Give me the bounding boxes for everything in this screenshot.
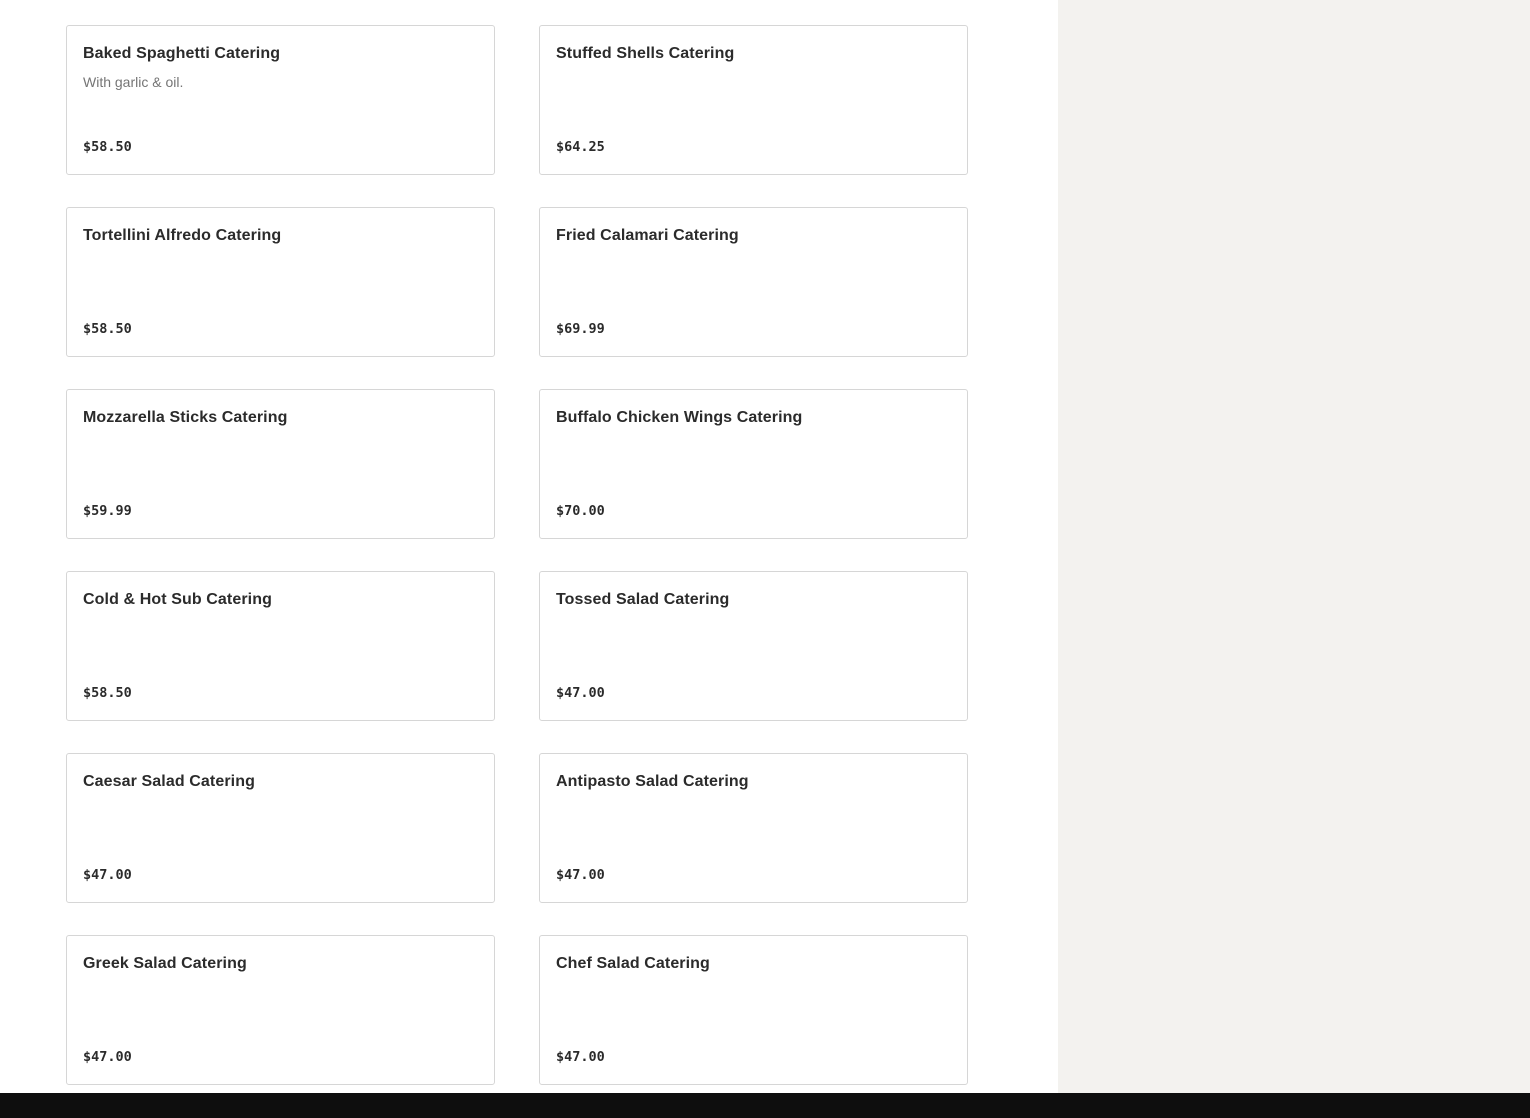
menu-item-price: $64.25 xyxy=(556,139,605,155)
menu-item-card-tossed-salad[interactable]: Tossed Salad Catering $47.00 xyxy=(539,571,968,721)
menu-item-price: $58.50 xyxy=(83,685,132,701)
menu-item-card-greek-salad[interactable]: Greek Salad Catering $47.00 xyxy=(66,935,495,1085)
menu-item-card-cold-hot-sub[interactable]: Cold & Hot Sub Catering $58.50 xyxy=(66,571,495,721)
menu-item-title: Cold & Hot Sub Catering xyxy=(83,591,272,608)
menu-item-card-caesar-salad[interactable]: Caesar Salad Catering $47.00 xyxy=(66,753,495,903)
menu-item-card-chef-salad[interactable]: Chef Salad Catering $47.00 xyxy=(539,935,968,1085)
menu-item-price: $47.00 xyxy=(556,685,605,701)
menu-item-card-antipasto-salad[interactable]: Antipasto Salad Catering $47.00 xyxy=(539,753,968,903)
menu-item-price: $69.99 xyxy=(556,321,605,337)
menu-item-title: Antipasto Salad Catering xyxy=(556,773,749,790)
menu-item-card-baked-spaghetti[interactable]: Baked Spaghetti Catering With garlic & o… xyxy=(66,25,495,175)
menu-item-title: Greek Salad Catering xyxy=(83,955,247,972)
menu-item-card-buffalo-chicken-wings[interactable]: Buffalo Chicken Wings Catering $70.00 xyxy=(539,389,968,539)
menu-item-card-tortellini-alfredo[interactable]: Tortellini Alfredo Catering $58.50 xyxy=(66,207,495,357)
order-side-panel xyxy=(1058,0,1530,1093)
menu-item-price: $58.50 xyxy=(83,321,132,337)
menu-panel: Baked Spaghetti Catering With garlic & o… xyxy=(0,0,1058,1093)
footer-bar xyxy=(0,1093,1530,1118)
menu-item-price: $47.00 xyxy=(556,1049,605,1065)
menu-item-price: $47.00 xyxy=(83,1049,132,1065)
menu-item-title: Tossed Salad Catering xyxy=(556,591,730,608)
menu-item-card-stuffed-shells[interactable]: Stuffed Shells Catering $64.25 xyxy=(539,25,968,175)
menu-item-description: With garlic & oil. xyxy=(83,74,184,90)
menu-item-price: $59.99 xyxy=(83,503,132,519)
menu-item-price: $58.50 xyxy=(83,139,132,155)
menu-item-title: Fried Calamari Catering xyxy=(556,227,739,244)
menu-item-card-mozzarella-sticks[interactable]: Mozzarella Sticks Catering $59.99 xyxy=(66,389,495,539)
menu-item-title: Caesar Salad Catering xyxy=(83,773,255,790)
menu-item-price: $47.00 xyxy=(83,867,132,883)
menu-item-title: Tortellini Alfredo Catering xyxy=(83,227,282,244)
menu-item-card-fried-calamari[interactable]: Fried Calamari Catering $69.99 xyxy=(539,207,968,357)
menu-item-title: Mozzarella Sticks Catering xyxy=(83,409,288,426)
menu-item-title: Baked Spaghetti Catering xyxy=(83,45,281,62)
menu-item-title: Chef Salad Catering xyxy=(556,955,710,972)
menu-item-grid: Baked Spaghetti Catering With garlic & o… xyxy=(66,25,968,1085)
menu-item-price: $47.00 xyxy=(556,867,605,883)
menu-item-title: Buffalo Chicken Wings Catering xyxy=(556,409,803,426)
menu-item-title: Stuffed Shells Catering xyxy=(556,45,735,62)
menu-item-price: $70.00 xyxy=(556,503,605,519)
